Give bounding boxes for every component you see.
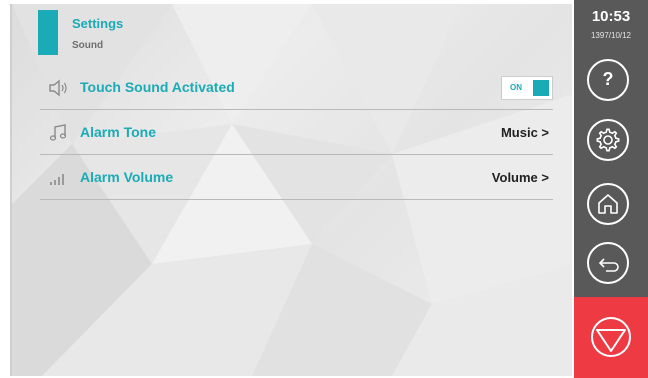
page-title: Settings: [72, 16, 124, 31]
help-icon: ?: [602, 69, 614, 89]
main-panel: Settings Sound Touch Sound Activated ON …: [10, 4, 572, 376]
header-accent-bar: [38, 10, 58, 55]
row-label: Alarm Volume: [80, 169, 174, 185]
music-note-icon: [48, 124, 70, 142]
stop-triangle-icon: [591, 317, 631, 357]
home-icon: [598, 194, 618, 214]
back-icon: [598, 258, 619, 272]
gear-icon: [596, 128, 620, 152]
row-alarm-tone[interactable]: Alarm Tone Music >: [40, 112, 553, 155]
row-touch-sound[interactable]: Touch Sound Activated ON: [40, 67, 553, 110]
touch-sound-toggle[interactable]: ON: [501, 76, 553, 100]
stop-button[interactable]: [574, 297, 648, 378]
sidebar: 10:53 1397/10/12 ?: [574, 0, 648, 378]
alarm-volume-value[interactable]: Volume >: [492, 170, 549, 185]
toggle-state-label: ON: [510, 83, 522, 92]
alarm-tone-value[interactable]: Music >: [501, 125, 549, 140]
home-button[interactable]: [587, 183, 629, 225]
signal-bars-icon: [48, 169, 70, 187]
speaker-icon: [48, 79, 70, 97]
help-button[interactable]: ?: [587, 59, 629, 101]
clock-date: 1397/10/12: [590, 31, 632, 40]
clock-time: 10:53: [591, 8, 631, 25]
settings-button[interactable]: [587, 119, 629, 161]
row-alarm-volume[interactable]: Alarm Volume Volume >: [40, 157, 553, 200]
back-button[interactable]: [587, 242, 629, 284]
row-label: Touch Sound Activated: [80, 79, 235, 95]
toggle-knob: [533, 80, 549, 96]
row-label: Alarm Tone: [80, 124, 156, 140]
page-subtitle: Sound: [72, 40, 104, 51]
